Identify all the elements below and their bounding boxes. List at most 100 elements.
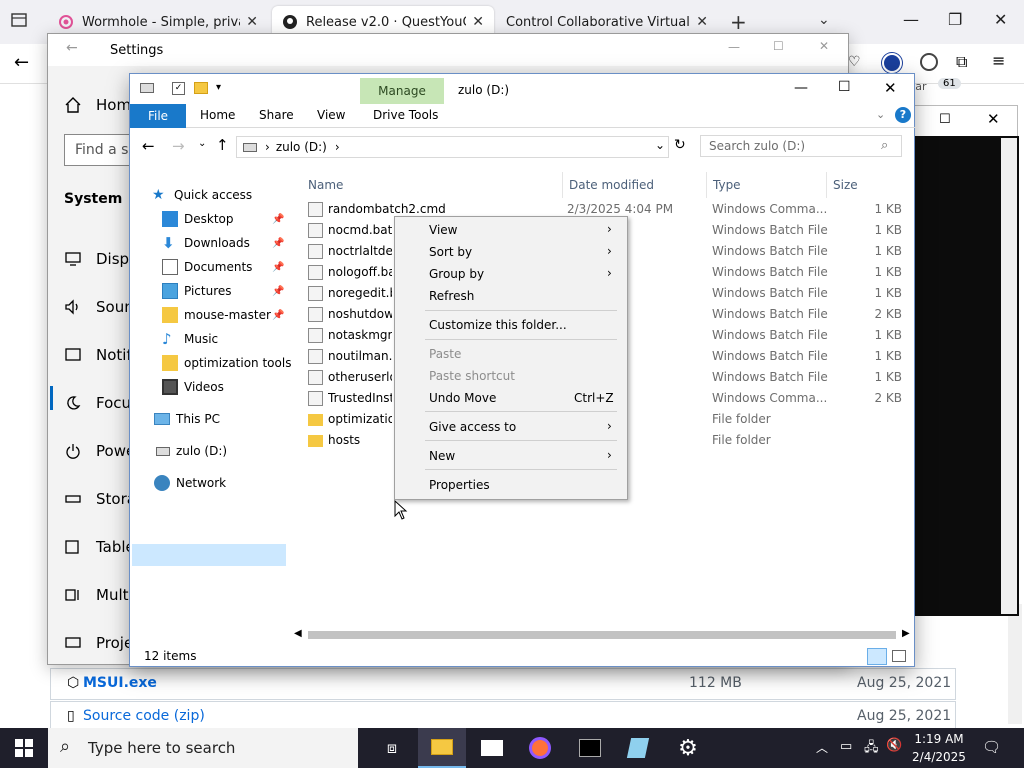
column-header-date[interactable]: Date modified — [569, 178, 654, 192]
tab-home[interactable]: Home — [200, 108, 235, 122]
back-arrow-icon[interactable]: ← — [14, 52, 29, 73]
context-menu-properties[interactable]: Properties — [395, 474, 627, 496]
taskbar-search-input[interactable]: ⌕ Type here to search — [48, 728, 358, 768]
address-bar[interactable]: › zulo (D:) › ⌄ — [236, 136, 669, 158]
nav-drive-d[interactable]: zulo (D:) — [156, 440, 227, 462]
settings-nav-multitasking[interactable]: Multi — [64, 586, 133, 604]
context-menu-sort-by[interactable]: Sort by › — [395, 241, 627, 263]
taskbar-clock[interactable]: 1:19 AM 2/4/2025 — [904, 730, 974, 766]
context-menu-give-access-to[interactable]: Give access to › — [395, 416, 627, 438]
taskbar-terminal[interactable] — [566, 728, 614, 768]
context-menu-new[interactable]: New › — [395, 445, 627, 467]
maximize-icon[interactable]: ☐ — [939, 112, 951, 127]
tab-manage[interactable]: Manage — [360, 78, 444, 104]
show-hidden-icons-icon[interactable]: ︿ — [816, 739, 828, 756]
minimize-icon[interactable]: — — [903, 10, 919, 29]
close-tab-icon[interactable]: ✕ — [696, 14, 708, 30]
nav-downloads[interactable]: ⬇ Downloads — [162, 232, 250, 254]
asset-link[interactable]: Source code (zip) — [83, 708, 205, 724]
task-view-button[interactable]: ⧈ — [368, 728, 416, 768]
back-arrow-icon[interactable]: ← — [66, 40, 78, 56]
nav-mouse-master[interactable]: mouse-master — [162, 304, 271, 326]
breadcrumb-drive[interactable]: zulo (D:) — [276, 140, 327, 154]
nav-this-pc[interactable]: This PC — [154, 408, 220, 430]
taskbar-file-explorer[interactable] — [418, 728, 466, 768]
tab-view[interactable]: View — [317, 108, 345, 122]
search-input[interactable]: Search zulo (D:) ⌕ — [700, 135, 902, 157]
pin-icon[interactable]: 📌 — [272, 310, 284, 321]
settings-nav-power[interactable]: Powe — [64, 442, 135, 460]
horizontal-scrollbar[interactable]: ◀ ▶ — [292, 628, 916, 642]
up-arrow-icon[interactable]: ↑ — [216, 136, 229, 154]
start-button[interactable] — [0, 728, 48, 768]
taskbar-firefox[interactable] — [516, 728, 564, 768]
chevron-down-icon[interactable]: ⌄ — [818, 12, 830, 28]
pin-icon[interactable]: 📌 — [272, 262, 284, 273]
settings-search-input[interactable]: Find a se — [64, 134, 134, 166]
nav-documents[interactable]: Documents — [162, 256, 252, 278]
nav-network[interactable]: Network — [154, 472, 226, 494]
battery-icon[interactable]: ▭ — [840, 739, 852, 754]
nav-quick-access[interactable]: ★ Quick access — [152, 184, 252, 206]
column-header-size[interactable]: Size — [833, 178, 858, 192]
context-menu-customize-this-folder[interactable]: Customize this folder... — [395, 314, 627, 336]
close-tab-icon[interactable]: ✕ — [246, 14, 258, 30]
volume-muted-icon[interactable]: 🔇 — [886, 738, 902, 753]
back-arrow-icon[interactable]: ← — [142, 137, 155, 155]
minimize-icon[interactable]: — — [728, 40, 740, 54]
nav-music[interactable]: ♪ Music — [162, 328, 218, 350]
refresh-icon[interactable]: ↻ — [674, 137, 686, 153]
scrollbar-thumb[interactable] — [308, 631, 896, 639]
scroll-right-icon[interactable]: ▶ — [902, 628, 910, 639]
forward-arrow-icon[interactable]: → — [172, 137, 185, 155]
network-status-icon[interactable]: 🖧 — [864, 738, 879, 760]
menu-icon[interactable]: ≡ — [992, 51, 1005, 70]
close-icon[interactable]: ✕ — [819, 39, 829, 53]
context-menu-view[interactable]: View › — [395, 219, 627, 241]
pin-icon[interactable]: 📌 — [272, 238, 284, 249]
close-tab-icon[interactable]: ✕ — [472, 14, 484, 30]
details-view-icon[interactable] — [867, 648, 887, 665]
address-dropdown-icon[interactable]: ⌄ — [655, 138, 665, 152]
help-icon[interactable]: ? — [895, 107, 911, 123]
large-icons-view-icon[interactable] — [892, 650, 906, 662]
recent-locations-icon[interactable]: ⌄ — [198, 138, 206, 149]
quick-access-dropdown-icon[interactable]: ▾ — [216, 82, 221, 93]
settings-nav-notifications[interactable]: Notifi — [64, 346, 136, 364]
close-icon[interactable]: ✕ — [987, 110, 1000, 128]
nav-videos[interactable]: Videos — [162, 376, 224, 398]
context-menu-refresh[interactable]: Refresh — [395, 285, 627, 307]
tab-drive-tools[interactable]: Drive Tools — [373, 108, 438, 122]
nav-desktop[interactable]: Desktop — [162, 208, 234, 230]
account-icon[interactable] — [920, 53, 938, 71]
pocket-icon[interactable]: ♡ — [848, 54, 861, 70]
taskbar-notepad[interactable] — [614, 728, 662, 768]
terminal-scrollbar[interactable] — [1001, 138, 1017, 614]
pin-icon[interactable]: 📌 — [272, 214, 284, 225]
pin-icon[interactable]: 📌 — [272, 286, 284, 297]
browser-menu-icon[interactable] — [10, 12, 28, 28]
column-header-type[interactable]: Type — [713, 178, 741, 192]
profile-extension-icon[interactable] — [882, 53, 902, 73]
tab-file[interactable]: File — [130, 104, 186, 128]
scroll-left-icon[interactable]: ◀ — [294, 628, 302, 639]
notifications-icon[interactable]: 🗨 — [982, 738, 1001, 756]
page-scrollbar[interactable] — [1008, 604, 1022, 724]
maximize-icon[interactable]: ☐ — [838, 79, 851, 95]
new-folder-icon[interactable] — [194, 82, 208, 94]
tab-share[interactable]: Share — [259, 108, 294, 122]
taskbar-mail[interactable] — [468, 728, 516, 768]
close-icon[interactable]: ✕ — [884, 79, 897, 97]
extensions-icon[interactable]: ⧉ — [956, 52, 967, 72]
new-tab-button[interactable]: + — [730, 10, 747, 34]
context-menu-undo-move[interactable]: Undo Move Ctrl+Z — [395, 387, 627, 409]
column-header-name[interactable]: Name — [308, 178, 343, 192]
asset-link[interactable]: MSUI.exe — [83, 675, 157, 691]
nav-optimization-tools[interactable]: optimization tools — [162, 352, 291, 374]
taskbar-settings[interactable]: ⚙ — [664, 728, 712, 768]
properties-checkbox-icon[interactable]: ✓ — [172, 82, 185, 95]
asset-row-msui[interactable]: ⬡ MSUI.exe 112 MB Aug 25, 2021 — [50, 668, 956, 700]
settings-nav-focus[interactable]: Focus — [64, 394, 139, 412]
minimize-icon[interactable]: — — [794, 80, 808, 96]
context-menu-group-by[interactable]: Group by › — [395, 263, 627, 285]
